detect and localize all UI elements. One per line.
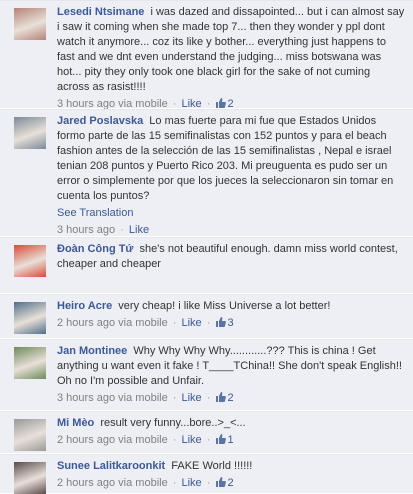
comment-via: via mobile — [118, 317, 168, 329]
comment-text: i was dazed and dissapointed... but i ca… — [57, 6, 405, 93]
thumbs-up-icon — [216, 98, 227, 108]
comment-author[interactable]: Mi Mèo — [57, 417, 94, 429]
avatar-image — [14, 117, 46, 149]
like-count-value: 3 — [227, 317, 234, 329]
avatar[interactable] — [14, 8, 46, 40]
avatar-image — [14, 8, 46, 40]
comment-content: Đoàn Công Tứ she's not beautiful enough.… — [57, 242, 405, 272]
comment-content: Jan Montinee Why Why Why Why............… — [57, 344, 405, 405]
comment-item: Heiro Acre very cheap! i like Miss Unive… — [0, 294, 413, 339]
comment-author[interactable]: Jared Poslavska — [57, 115, 143, 127]
separator-dot: · — [172, 477, 177, 489]
avatar-image — [14, 347, 46, 379]
like-count[interactable]: 2 — [215, 477, 234, 489]
separator-dot: · — [172, 317, 177, 329]
comment-content: Lesedi Ntsimane i was dazed and dissapoi… — [57, 5, 405, 111]
comment-author[interactable]: Jan Montinee — [57, 345, 127, 357]
comment-item: Jan Montinee Why Why Why Why............… — [0, 339, 413, 411]
thumbs-up-icon — [216, 434, 227, 444]
comment-meta: 3 hours ago via mobile · Like · 2 — [57, 391, 405, 405]
comment-time[interactable]: 3 hours ago — [57, 392, 115, 404]
separator-dot: · — [172, 392, 177, 404]
comment-via: via mobile — [118, 434, 168, 446]
comment-meta: 2 hours ago via mobile · Like · 3 — [57, 316, 405, 330]
comment-item: Mi Mèo result very funny...bore..>_<... … — [0, 411, 413, 454]
like-count-value: 2 — [227, 477, 234, 489]
comment-author[interactable]: Đoàn Công Tứ — [57, 243, 133, 255]
comment-via: via mobile — [118, 477, 168, 489]
comment-via: via mobile — [118, 392, 168, 404]
comment-author[interactable]: Lesedi Ntsimane — [57, 6, 144, 18]
comment-text: result very funny...bore..>_<... — [100, 417, 246, 429]
like-count[interactable]: 1 — [215, 434, 234, 446]
like-link[interactable]: Like — [182, 317, 202, 329]
separator-dot: · — [120, 224, 124, 236]
thumbs-up-icon — [216, 477, 227, 487]
comment-meta: 2 hours ago via mobile · Like · 2 — [57, 476, 405, 490]
comment-time[interactable]: 2 hours ago — [57, 477, 115, 489]
comment-text: very cheap! i like Miss Universe a lot b… — [118, 300, 331, 312]
thumbs-up-icon — [216, 317, 227, 327]
like-count[interactable]: 3 — [215, 317, 234, 329]
avatar[interactable] — [14, 117, 46, 149]
comment-time[interactable]: 3 hours ago — [57, 224, 115, 236]
avatar-image — [14, 462, 46, 494]
comment-content: Heiro Acre very cheap! i like Miss Unive… — [57, 299, 405, 330]
avatar[interactable] — [14, 302, 46, 334]
comment-author[interactable]: Sunee Lalitkaroonkit — [57, 460, 165, 472]
comment-content: Sunee Lalitkaroonkit FAKE World !!!!!! 2… — [57, 459, 405, 490]
comment-meta: 3 hours ago · Like — [57, 223, 405, 237]
comment-content: Jared Poslavska Lo mas fuerte para mi fu… — [57, 114, 405, 237]
avatar[interactable] — [14, 245, 46, 277]
separator-dot: · — [206, 317, 211, 329]
like-count[interactable]: 2 — [215, 392, 234, 404]
comment-meta: 2 hours ago via mobile · Like · 1 — [57, 433, 405, 447]
avatar[interactable] — [14, 419, 46, 451]
like-count-value: 2 — [227, 392, 234, 404]
comment-text: FAKE World !!!!!! — [171, 460, 253, 472]
comment-time[interactable]: 2 hours ago — [57, 317, 115, 329]
comment-author[interactable]: Heiro Acre — [57, 300, 112, 312]
avatar-image — [14, 419, 46, 451]
comment-item: Sunee Lalitkaroonkit FAKE World !!!!!! 2… — [0, 454, 413, 494]
avatar-image — [14, 245, 46, 277]
separator-dot: · — [206, 434, 211, 446]
avatar[interactable] — [14, 462, 46, 494]
comment-item: Đoàn Công Tứ she's not beautiful enough.… — [0, 237, 413, 294]
avatar-image — [14, 302, 46, 334]
like-link[interactable]: Like — [182, 434, 202, 446]
like-count-value: 1 — [227, 434, 234, 446]
like-link[interactable]: Like — [182, 392, 202, 404]
thumbs-up-icon — [216, 392, 227, 402]
like-link[interactable]: Like — [129, 224, 149, 236]
comment-content: Mi Mèo result very funny...bore..>_<... … — [57, 416, 405, 447]
separator-dot: · — [172, 434, 177, 446]
comment-text: Lo mas fuerte para mi fue que Estados Un… — [57, 115, 394, 202]
separator-dot: · — [206, 392, 211, 404]
like-link[interactable]: Like — [182, 477, 202, 489]
comment-item: Jared Poslavska Lo mas fuerte para mi fu… — [0, 109, 413, 237]
comment-item: Lesedi Ntsimane i was dazed and dissapoi… — [0, 0, 413, 111]
see-translation-link[interactable]: See Translation — [57, 206, 405, 221]
avatar[interactable] — [14, 347, 46, 379]
comment-time[interactable]: 2 hours ago — [57, 434, 115, 446]
separator-dot: · — [206, 477, 211, 489]
